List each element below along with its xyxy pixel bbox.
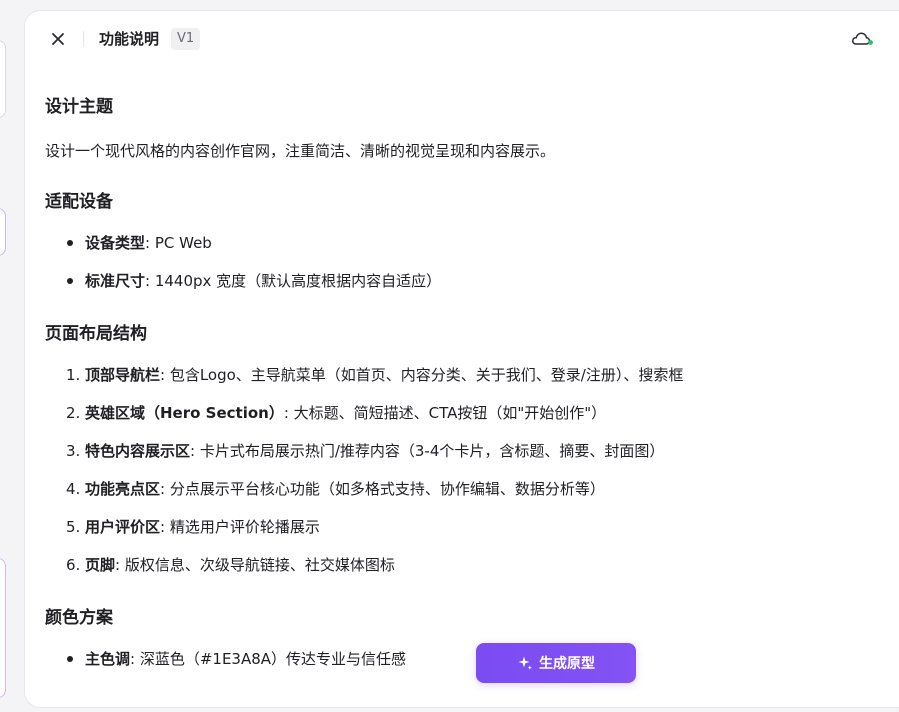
close-button[interactable] — [47, 28, 69, 50]
item-label: 主色调 — [85, 650, 131, 668]
item-text: : PC Web — [145, 234, 212, 252]
item-text: : 1440px 宽度（默认高度根据内容自适应） — [145, 272, 442, 290]
cloud-sync-button[interactable] — [851, 28, 875, 50]
list-item: 2. 英雄区域（Hero Section）: 大标题、简短描述、CTA按钮（如"… — [45, 402, 683, 424]
generate-prototype-button[interactable]: 生成原型 — [476, 643, 636, 683]
device-list: 设备类型: PC Web 标准尺寸: 1440px 宽度（默认高度根据内容自适应… — [45, 232, 441, 292]
list-spacer — [45, 424, 683, 440]
cloud-sync-icon — [852, 32, 873, 45]
feature-description-panel: 功能说明 V1 设计主题 设计一个现代风格的内容创作官网，注重简洁、清晰的视觉呈… — [24, 10, 899, 708]
design-description: 设计一个现代风格的内容创作官网，注重简洁、清晰的视觉呈现和内容展示。 — [45, 142, 556, 160]
item-label: 顶部导航栏 — [85, 366, 161, 384]
item-label: 功能亮点区 — [85, 480, 161, 498]
list-spacer — [45, 538, 683, 554]
item-label: 用户评价区 — [85, 518, 161, 536]
status-dot — [868, 40, 873, 45]
list-item: 1. 顶部导航栏: 包含Logo、主导航菜单（如首页、内容分类、关于我们、登录/… — [45, 364, 683, 386]
item-text: : 版权信息、次级导航链接、社交媒体图标 — [115, 556, 395, 574]
header-divider — [83, 31, 84, 47]
item-label: 英雄区域（Hero Section） — [85, 404, 284, 422]
item-number: 3. — [66, 442, 81, 460]
item-text: : 精选用户评价轮播展示 — [160, 518, 320, 536]
close-icon — [52, 33, 64, 45]
item-text: : 分点展示平台核心功能（如多格式支持、协作编辑、数据分析等） — [160, 480, 605, 498]
item-number: 1. — [66, 366, 81, 384]
panel-header: 功能说明 V1 — [25, 11, 899, 67]
section-title-device: 适配设备 — [45, 192, 113, 212]
background-card — [0, 208, 6, 256]
list-spacer — [45, 462, 683, 478]
layout-list: 1. 顶部导航栏: 包含Logo、主导航菜单（如首页、内容分类、关于我们、登录/… — [45, 364, 683, 576]
item-text: : 包含Logo、主导航菜单（如首页、内容分类、关于我们、登录/注册）、搜索框 — [160, 366, 684, 384]
list-spacer — [45, 500, 683, 516]
item-text: : 卡片式布局展示热门/推荐内容（3-4个卡片，含标题、摘要、封面图） — [190, 442, 665, 460]
item-number: 4. — [66, 480, 81, 498]
bullet-dot — [67, 278, 73, 284]
section-title-design: 设计主题 — [45, 97, 113, 117]
list-item: 设备类型: PC Web — [45, 232, 441, 254]
panel-title: 功能说明 — [99, 30, 160, 48]
sparkle-icon — [518, 656, 532, 670]
list-spacer — [45, 254, 441, 270]
list-spacer — [45, 386, 683, 402]
color-list: 主色调: 深蓝色（#1E3A8A）传达专业与信任感 — [45, 648, 406, 670]
section-title-layout: 页面布局结构 — [45, 324, 147, 344]
bullet-dot — [67, 240, 73, 246]
bullet-dot — [67, 656, 73, 662]
background-card — [0, 40, 6, 118]
item-label: 页脚 — [85, 556, 116, 574]
list-item: 标准尺寸: 1440px 宽度（默认高度根据内容自适应） — [45, 270, 441, 292]
list-item: 主色调: 深蓝色（#1E3A8A）传达专业与信任感 — [45, 648, 406, 670]
list-item: 4. 功能亮点区: 分点展示平台核心功能（如多格式支持、协作编辑、数据分析等） — [45, 478, 683, 500]
item-label: 标准尺寸 — [85, 272, 146, 290]
item-number: 6. — [66, 556, 81, 574]
generate-prototype-label: 生成原型 — [539, 656, 595, 672]
item-label: 特色内容展示区 — [85, 442, 191, 460]
section-title-color: 颜色方案 — [45, 608, 113, 628]
list-item: 3. 特色内容展示区: 卡片式布局展示热门/推荐内容（3-4个卡片，含标题、摘要… — [45, 440, 683, 462]
item-number: 5. — [66, 518, 81, 536]
item-text: : 大标题、简短描述、CTA按钮（如"开始创作"） — [283, 404, 607, 422]
item-number: 2. — [66, 404, 81, 422]
background-panel-strip — [0, 0, 24, 712]
list-item: 6. 页脚: 版权信息、次级导航链接、社交媒体图标 — [45, 554, 683, 576]
item-label: 设备类型 — [85, 234, 146, 252]
background-card — [0, 558, 6, 698]
item-text: : 深蓝色（#1E3A8A）传达专业与信任感 — [130, 650, 407, 668]
list-item: 5. 用户评价区: 精选用户评价轮播展示 — [45, 516, 683, 538]
version-badge: V1 — [171, 28, 201, 50]
